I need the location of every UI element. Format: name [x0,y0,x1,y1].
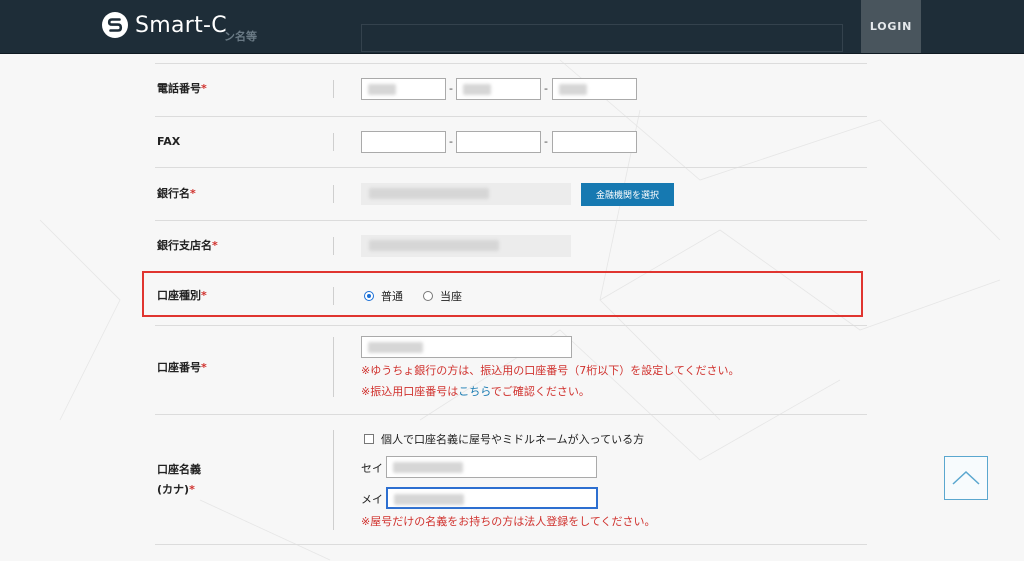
account-number-label: 口座番号* [157,361,207,374]
radio-current-label[interactable]: 当座 [440,288,462,304]
branch-name-field [361,235,571,257]
phone-field-1[interactable] [361,78,446,100]
phone-separator: - [449,82,453,95]
chevron-up-icon [952,470,980,485]
column-separator [333,237,334,255]
branch-label: 銀行支店名* [157,239,218,252]
account-number-input[interactable] [361,336,572,358]
radio-ordinary-label[interactable]: 普通 [381,288,403,304]
highlight-box [142,271,863,317]
row-divider [155,220,867,221]
login-button[interactable]: LOGIN [861,0,921,53]
top-navigation-bar: ン名等 Smart-C LOGIN [0,0,1024,54]
radio-current[interactable] [423,291,433,301]
mei-label: メイ [361,493,383,506]
row-divider [155,414,867,415]
column-separator [333,80,334,98]
mei-input[interactable] [386,487,598,509]
fax-field-2[interactable] [456,131,541,153]
trade-name-checkbox-label[interactable]: 個人で口座名義に屋号やミドルネームが入っている方 [381,431,644,447]
phone-label: 電話番号* [157,82,207,95]
scroll-to-top-button[interactable] [944,456,988,500]
account-type-label: 口座種別* [157,289,207,302]
yucho-note: ※ゆうちょ銀行の方は、振込用の口座番号（7桁以下）を設定してください。 [361,364,740,377]
fax-separator: - [449,135,453,148]
phone-field-3[interactable] [552,78,637,100]
transfer-number-note: ※振込用口座番号はこちらでご確認ください。 [361,385,590,398]
trade-name-checkbox[interactable] [364,434,374,444]
bank-label: 銀行名* [157,187,196,200]
confirm-here-link[interactable]: こちら [458,385,491,398]
account-name-label: 口座名義 [157,463,201,476]
obscured-field-input [361,24,843,52]
trade-name-note: ※屋号だけの名義をお持ちの方は法人登録をしてください。 [361,515,656,528]
column-separator [333,430,334,530]
brand-logo-icon [102,12,128,38]
obscured-field-label: ン名等 [224,30,257,43]
fax-field-3[interactable] [552,131,637,153]
column-separator [333,133,334,151]
row-divider [155,167,867,168]
brand[interactable]: Smart-C [101,11,227,39]
sei-input[interactable] [386,456,597,478]
column-separator [333,337,334,397]
radio-ordinary[interactable] [364,291,374,301]
fax-field-1[interactable] [361,131,446,153]
row-divider [155,116,867,117]
column-separator [333,185,334,203]
account-name-kana-label: (カナ)* [157,483,195,496]
brand-name: Smart-C [135,12,227,38]
bank-name-field [361,183,571,205]
fax-label: FAX [157,135,181,148]
sei-label: セイ [361,462,383,475]
phone-separator: - [544,82,548,95]
phone-field-2[interactable] [456,78,541,100]
row-divider [155,544,867,545]
fax-separator: - [544,135,548,148]
row-divider [155,63,867,64]
select-bank-button[interactable]: 金融機関を選択 [581,183,674,206]
row-divider [155,325,867,326]
